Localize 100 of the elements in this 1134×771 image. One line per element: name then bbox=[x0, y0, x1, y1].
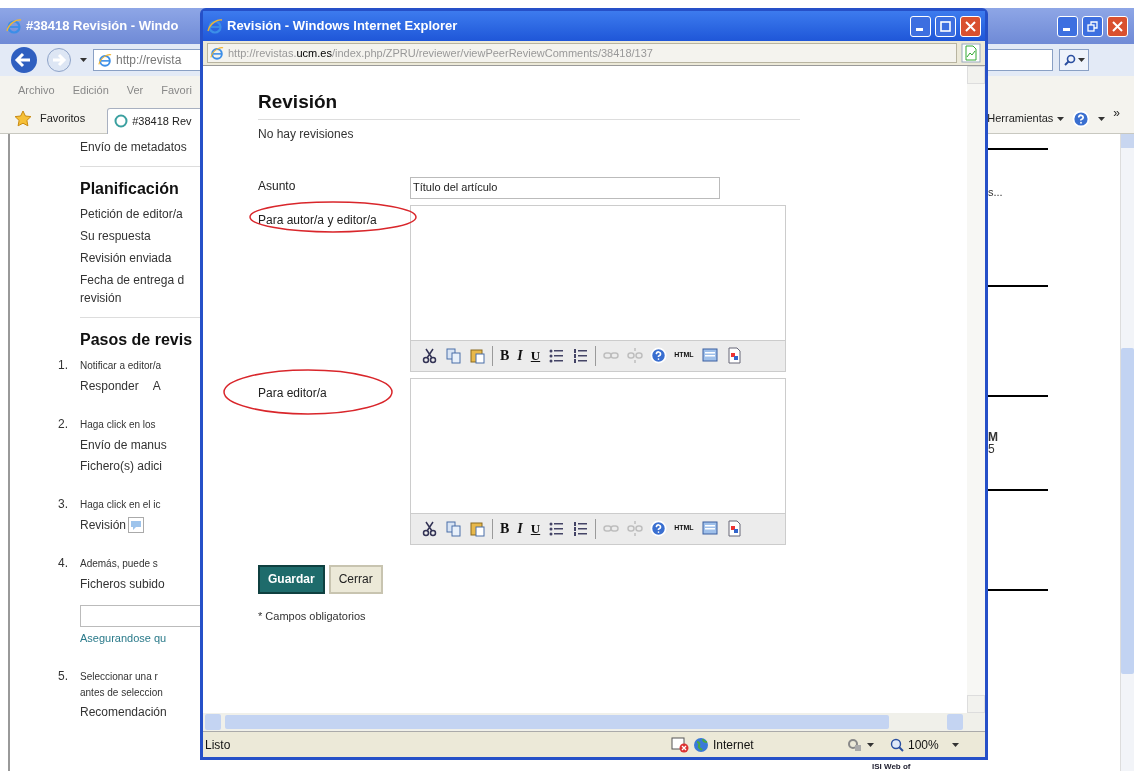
maximize-icon bbox=[940, 20, 951, 32]
globe-icon bbox=[693, 736, 709, 753]
page-heading: Revisión bbox=[258, 88, 800, 120]
restore-button[interactable] bbox=[1082, 15, 1103, 37]
maximize-button[interactable] bbox=[935, 15, 956, 37]
step-text: Notificar a editor/a bbox=[80, 359, 162, 373]
copy-icon[interactable] bbox=[445, 520, 461, 537]
close-button[interactable] bbox=[960, 15, 981, 37]
url-text: http://revista bbox=[116, 52, 182, 69]
caret-icon bbox=[1077, 58, 1085, 62]
window-icon[interactable] bbox=[701, 520, 718, 537]
more-chevron[interactable]: » bbox=[1113, 103, 1120, 122]
forward-button-icon[interactable] bbox=[46, 47, 74, 73]
help-icon[interactable] bbox=[1072, 109, 1091, 128]
close-page-button[interactable]: Cerrar bbox=[328, 564, 383, 594]
link-text[interactable]: Envío de metadatos bbox=[80, 138, 200, 156]
window-icon[interactable] bbox=[701, 347, 718, 364]
link-text[interactable]: Revisión bbox=[80, 516, 127, 534]
field-label: Para autor/a y editor/a bbox=[258, 212, 377, 227]
text-fragment: 5 bbox=[988, 442, 996, 455]
page-report-icon[interactable] bbox=[961, 43, 981, 63]
format-button[interactable]: I bbox=[513, 344, 527, 367]
caret-icon bbox=[952, 742, 959, 747]
speech-bubble-icon[interactable] bbox=[128, 517, 145, 533]
format-button[interactable]: I bbox=[513, 517, 527, 540]
info-text: Su respuesta bbox=[80, 228, 152, 245]
link-text[interactable]: Ficheros subido bbox=[80, 575, 165, 593]
link-text[interactable]: A bbox=[152, 377, 161, 395]
step-number: 2. bbox=[58, 416, 69, 433]
minimize-button[interactable] bbox=[910, 15, 931, 37]
browser-logo-icon bbox=[210, 46, 224, 60]
horizontal-scrollbar[interactable] bbox=[203, 713, 985, 731]
numbered-list-icon[interactable] bbox=[572, 520, 589, 537]
step-number: 4. bbox=[58, 555, 69, 572]
scissors-icon[interactable] bbox=[421, 520, 437, 537]
text-fragment: M bbox=[988, 430, 999, 443]
section-heading: Planificación bbox=[80, 179, 180, 199]
status-text: Listo bbox=[205, 736, 232, 754]
status-text: No hay revisiones bbox=[258, 125, 355, 143]
zoom-icon[interactable] bbox=[890, 737, 904, 752]
hint-text: Asegurandose qu bbox=[80, 631, 168, 646]
footnote-text: * Campos obligatorios bbox=[258, 608, 367, 624]
vertical-scrollbar[interactable] bbox=[967, 66, 985, 713]
input-field[interactable] bbox=[80, 605, 200, 627]
browser-logo-icon bbox=[207, 18, 223, 34]
caret-icon bbox=[1098, 116, 1106, 121]
link-text[interactable]: Envío de manus bbox=[80, 436, 167, 454]
window-title: Revisión - Windows Internet Explorer bbox=[227, 17, 458, 36]
close-icon bbox=[965, 20, 976, 32]
tab-title: #38418 Rev bbox=[132, 113, 192, 129]
minimize-icon bbox=[1062, 28, 1070, 31]
zoom-level[interactable]: 100% bbox=[908, 735, 948, 754]
document-image-icon[interactable] bbox=[725, 520, 742, 537]
paste-icon[interactable] bbox=[469, 520, 485, 537]
star-icon bbox=[14, 110, 32, 127]
info-text: revisión bbox=[80, 290, 123, 307]
step-text: Haga click en el ic bbox=[80, 498, 161, 512]
step-number: 5. bbox=[58, 667, 69, 685]
search-icon bbox=[1063, 54, 1076, 66]
section-heading: Pasos de revis bbox=[80, 330, 194, 350]
link-text[interactable]: Recomendación bbox=[80, 702, 167, 721]
close-button[interactable] bbox=[1107, 15, 1128, 37]
link-text[interactable]: Responder bbox=[80, 377, 139, 395]
restore-icon bbox=[1087, 20, 1098, 32]
copy-icon[interactable] bbox=[445, 347, 461, 364]
bullet-list-icon[interactable] bbox=[548, 347, 565, 364]
step-text: antes de seleccion bbox=[80, 685, 164, 700]
blocked-page-icon bbox=[671, 736, 689, 753]
search-button[interactable] bbox=[1059, 49, 1089, 71]
info-text: Revisión enviada bbox=[80, 250, 173, 267]
paste-icon[interactable] bbox=[469, 347, 485, 364]
format-button[interactable]: B bbox=[496, 344, 514, 367]
format-button[interactable]: U bbox=[526, 344, 545, 367]
caret-icon bbox=[80, 58, 87, 62]
bullet-list-icon[interactable] bbox=[548, 520, 565, 537]
minimize-icon bbox=[915, 28, 923, 31]
format-button[interactable]: U bbox=[526, 517, 545, 540]
info-text: Fecha de entrega d bbox=[80, 272, 186, 289]
back-button-icon[interactable] bbox=[10, 46, 40, 74]
window-title: #38418 Revisión - Windo bbox=[26, 17, 179, 36]
ring-icon bbox=[114, 114, 129, 128]
document-image-icon[interactable] bbox=[725, 347, 742, 364]
help-button[interactable] bbox=[650, 347, 668, 364]
field-label: Asunto bbox=[258, 178, 296, 193]
step-text: Haga click en los bbox=[80, 418, 156, 432]
browser-logo-icon bbox=[6, 18, 22, 34]
browser-logo-icon bbox=[98, 53, 112, 67]
format-button[interactable]: B bbox=[496, 517, 514, 540]
tools-menu-button[interactable]: Herramientas bbox=[987, 110, 1065, 127]
favorites-button[interactable]: Favoritos bbox=[40, 110, 86, 127]
scissors-icon[interactable] bbox=[421, 347, 437, 364]
step-text: Seleccionar una r bbox=[80, 669, 158, 684]
link-text[interactable]: Fichero(s) adici bbox=[80, 457, 163, 475]
subject-field[interactable]: Título del artículo bbox=[410, 176, 720, 199]
numbered-list-icon[interactable] bbox=[572, 347, 589, 364]
save-button[interactable]: Guardar bbox=[258, 564, 325, 594]
help-button[interactable] bbox=[650, 520, 668, 537]
lock-gear-icon[interactable] bbox=[847, 736, 863, 753]
minimize-button[interactable] bbox=[1057, 15, 1078, 37]
vertical-scrollbar[interactable] bbox=[1120, 134, 1134, 771]
